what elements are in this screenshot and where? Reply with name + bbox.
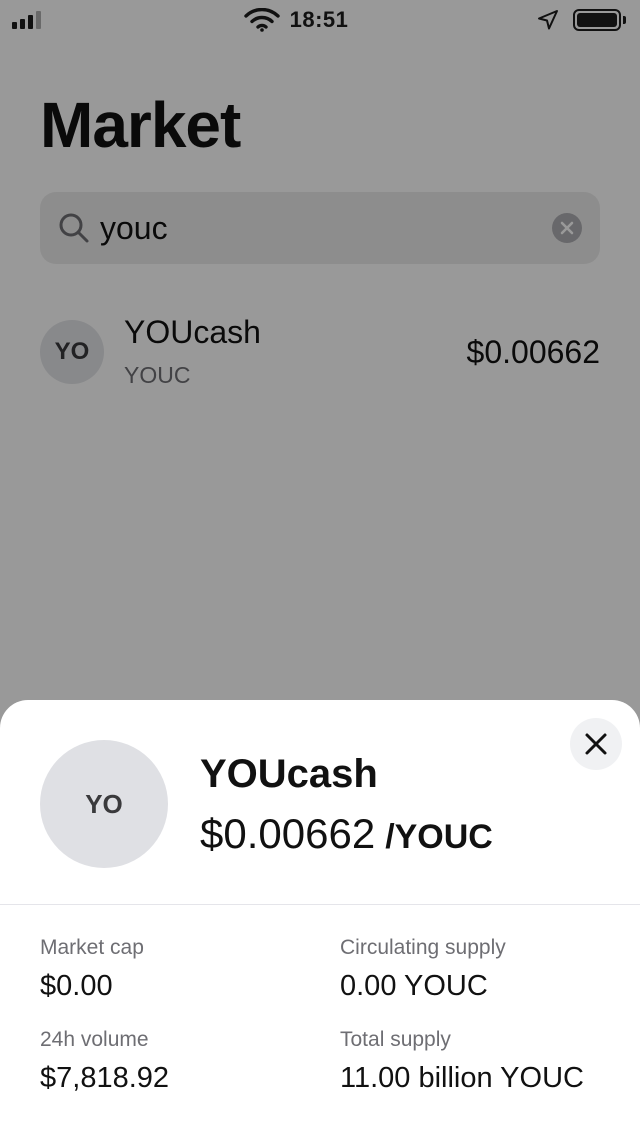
coin-detail-price-line: $0.00662/YOUC — [200, 810, 493, 858]
coin-detail-price: $0.00662 — [200, 810, 376, 857]
coin-detail-unit: /YOUC — [385, 818, 493, 856]
screen: Market YO YOUcash YOUC $0.00662 — [0, 0, 640, 1136]
coin-detail-sheet: YO YOUcash $0.00662/YOUC Market cap $0.0… — [0, 700, 640, 1136]
stat-total-supply: Total supply 11.00 billion YOUC — [340, 1028, 584, 1095]
stat-value: 0.00 YOUC — [340, 970, 488, 1002]
signal-icon — [12, 11, 41, 29]
stat-24h-volume: 24h volume $7,818.92 — [40, 1028, 169, 1095]
stat-label: Circulating supply — [340, 936, 506, 959]
coin-avatar-large: YO — [40, 740, 168, 868]
stat-market-cap: Market cap $0.00 — [40, 936, 144, 1003]
close-icon — [585, 733, 607, 755]
wifi-icon — [244, 8, 280, 32]
coin-detail-name: YOUcash — [200, 752, 378, 796]
close-button[interactable] — [570, 718, 622, 770]
stat-label: Total supply — [340, 1028, 451, 1051]
stat-circulating-supply: Circulating supply 0.00 YOUC — [340, 936, 506, 1003]
stat-label: Market cap — [40, 936, 144, 959]
location-arrow-icon — [538, 10, 558, 30]
stat-value: 11.00 billion YOUC — [340, 1062, 584, 1094]
stat-label: 24h volume — [40, 1028, 149, 1051]
battery-icon — [573, 9, 626, 31]
status-bar: 18:51 — [0, 0, 640, 40]
divider — [0, 904, 640, 905]
stat-value: $7,818.92 — [40, 1062, 170, 1094]
status-time: 18:51 — [289, 7, 349, 32]
stat-value: $0.00 — [40, 970, 113, 1002]
